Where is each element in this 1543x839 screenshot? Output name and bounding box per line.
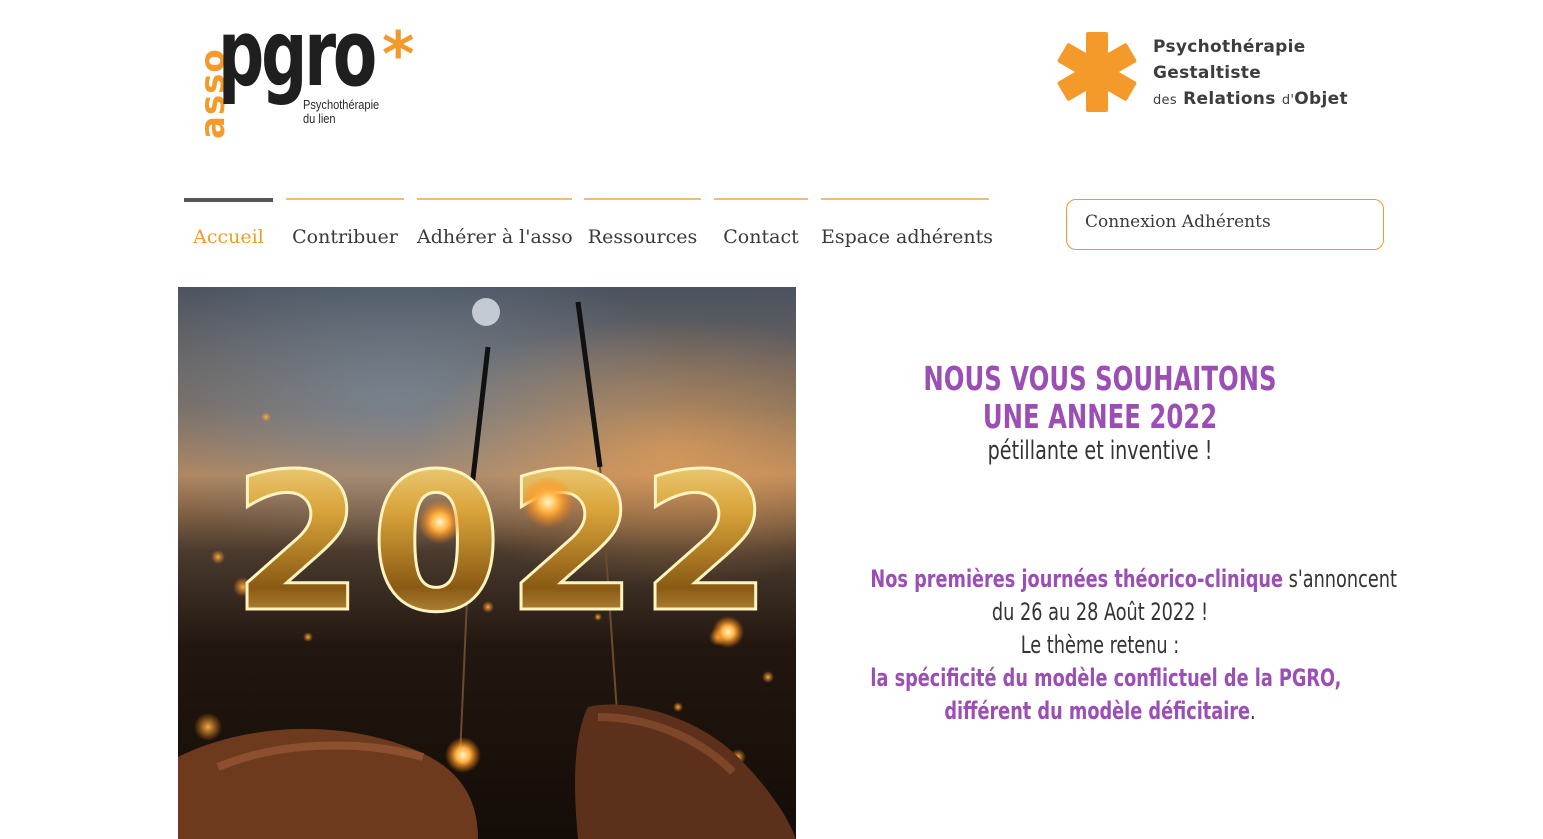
event-announcement: Nos premières journées théorico-clinique… bbox=[820, 563, 1396, 728]
event-theme-line1: la spécificité du modèle conflictuel de … bbox=[870, 664, 1342, 692]
brand-relations: Relations bbox=[1183, 89, 1276, 109]
nav-item-accueil[interactable]: Accueil bbox=[184, 198, 273, 258]
login-button[interactable]: Connexion Adhérents bbox=[1066, 199, 1384, 250]
logo-tagline-line1: Psychothérapie bbox=[303, 97, 380, 112]
brand-line1: Psychothérapie bbox=[1153, 37, 1306, 57]
nav-item-adherer[interactable]: Adhérer à l'asso bbox=[417, 198, 573, 256]
logo-pgro-text: pgro bbox=[218, 0, 377, 107]
asterisk-icon bbox=[1057, 32, 1137, 112]
greeting-line3: pétillante et inventive ! bbox=[987, 436, 1213, 466]
nav-item-contribuer[interactable]: Contribuer bbox=[286, 198, 404, 256]
nav-label: Accueil bbox=[193, 226, 264, 248]
brand-des: des bbox=[1153, 93, 1177, 108]
greeting-line2: UNE ANNEE 2022 bbox=[982, 397, 1218, 436]
greeting-block: NOUS VOUS SOUHAITONS UNE ANNEE 2022 péti… bbox=[820, 359, 1380, 467]
hero-digit: 2 bbox=[506, 433, 638, 654]
event-theme-line2-text: différent du modèle déficitaire bbox=[944, 697, 1251, 725]
nav-item-ressources[interactable]: Ressources bbox=[584, 198, 701, 256]
site-logo[interactable]: asso pgro * Psychothérapie du lien bbox=[182, 8, 422, 150]
brand-block: Psychothérapie Gestaltiste des Relations… bbox=[1055, 30, 1355, 120]
logo-tagline-line2: du lien bbox=[303, 111, 336, 126]
nav-label: Espace adhérents bbox=[821, 226, 993, 248]
brand-text: Psychothérapie Gestaltiste des Relations… bbox=[1153, 34, 1348, 114]
logo-asterisk-icon: * bbox=[382, 18, 415, 91]
hero-illustration: 2 0 2 2 bbox=[178, 298, 796, 839]
event-line1: Nos premières journées théorico-clinique… bbox=[870, 563, 1396, 596]
hero-digit: 2 bbox=[232, 433, 364, 654]
brand-objet: Objet bbox=[1294, 89, 1348, 109]
nav-label: Contribuer bbox=[292, 226, 398, 248]
brand-d: d' bbox=[1281, 93, 1295, 108]
login-button-label: Connexion Adhérents bbox=[1085, 212, 1271, 232]
event-theme-label: Le thème retenu : bbox=[1020, 631, 1180, 659]
nav-label: Adhérer à l'asso bbox=[417, 226, 573, 248]
event-line1-rest: s'annoncent bbox=[1283, 565, 1397, 593]
nav-label: Contact bbox=[723, 226, 799, 248]
event-theme-line2-rest: . bbox=[1250, 697, 1256, 725]
event-theme-line2: différent du modèle déficitaire. bbox=[870, 695, 1329, 728]
brand-line3: des Relations d'Objet bbox=[1153, 86, 1348, 114]
nav-label: Ressources bbox=[587, 226, 698, 248]
brand-line2: Gestaltiste bbox=[1153, 63, 1262, 83]
logo-tagline: Psychothérapie du lien bbox=[303, 98, 379, 126]
nav-item-espace-adherents[interactable]: Espace adhérents bbox=[821, 198, 993, 256]
event-dates: du 26 au 28 Août 2022 ! bbox=[991, 598, 1209, 626]
greeting-line1: NOUS VOUS SOUHAITONS bbox=[923, 359, 1277, 398]
event-title: Nos premières journées théorico-clinique bbox=[870, 565, 1284, 593]
hero-image: 2 0 2 2 bbox=[178, 287, 796, 839]
nav-item-contact[interactable]: Contact bbox=[714, 198, 808, 256]
hero-digit: 2 bbox=[640, 433, 772, 654]
